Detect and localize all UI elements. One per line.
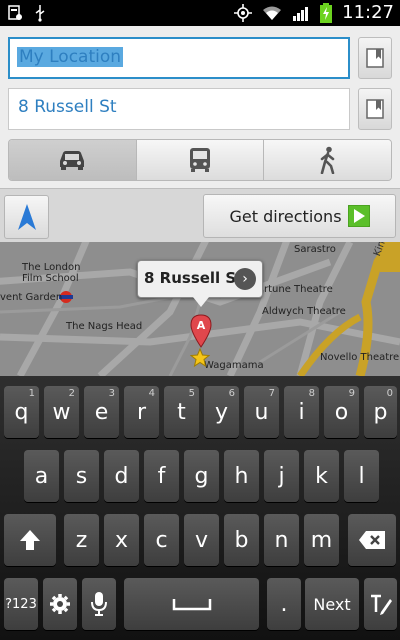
status-bar: 11:27: [0, 0, 400, 26]
bookmark-icon: [366, 48, 384, 68]
map-label-wagamama: Wagamama: [204, 360, 264, 371]
space-key[interactable]: [124, 578, 259, 630]
destination-value: 8 Russell St: [18, 97, 117, 117]
maps-directions-screen: 11:27 My Location 8 Russell St Get direc…: [0, 0, 400, 640]
shift-arrow-icon: [20, 530, 40, 550]
key-j[interactable]: j: [264, 450, 299, 502]
period-key[interactable]: .: [267, 578, 301, 630]
usb-icon: [35, 5, 45, 22]
map-label-covent-garden: vent Garden: [0, 292, 63, 303]
key-p[interactable]: p0: [364, 386, 397, 438]
key-e[interactable]: e3: [84, 386, 119, 438]
start-location-field[interactable]: My Location: [8, 37, 350, 79]
gear-icon: [50, 594, 70, 614]
key-u[interactable]: u7: [244, 386, 279, 438]
next-key[interactable]: Next: [305, 578, 359, 630]
key-k[interactable]: k: [304, 450, 339, 502]
soft-keyboard: q1 w2 e3 r4 t5 y6 u7 i8 o9 p0 a s d f g …: [0, 376, 400, 640]
key-v[interactable]: v: [184, 514, 219, 566]
key-q[interactable]: q1: [4, 386, 39, 438]
key-a[interactable]: a: [24, 450, 59, 502]
car-icon: [60, 151, 85, 170]
chevron-right-icon[interactable]: ›: [234, 268, 256, 290]
map-label-fortune-theatre: rtune Theatre: [264, 284, 333, 295]
directions-action-bar: Get directions: [0, 188, 400, 242]
mode-transit-button[interactable]: [136, 140, 265, 180]
destination-marker-icon[interactable]: A: [189, 314, 213, 348]
get-directions-label: Get directions: [229, 206, 342, 226]
space-bar-icon: [172, 599, 211, 611]
battery-charging-icon: [320, 2, 333, 23]
debug-icon: [8, 5, 22, 20]
signal-icon: [293, 6, 309, 21]
map-label-novello-theatre: Novello Theatre: [320, 352, 400, 363]
clock: 11:27: [342, 2, 394, 23]
key-y[interactable]: y6: [204, 386, 239, 438]
text-pen-icon: [370, 594, 392, 615]
key-w[interactable]: w2: [44, 386, 79, 438]
directions-panel: My Location 8 Russell St: [0, 26, 400, 188]
handwriting-key[interactable]: [364, 578, 397, 630]
key-i[interactable]: i8: [284, 386, 319, 438]
walk-icon: [320, 146, 334, 174]
start-bookmark-button[interactable]: [358, 37, 392, 79]
backspace-key[interactable]: [348, 514, 396, 566]
symbols-key[interactable]: ?123: [4, 578, 38, 630]
bus-icon: [190, 148, 210, 172]
key-z[interactable]: z: [64, 514, 99, 566]
go-arrow-icon: [347, 205, 370, 227]
destination-bookmark-button[interactable]: [358, 88, 392, 130]
shift-key[interactable]: [4, 514, 56, 566]
voice-input-key[interactable]: [82, 578, 116, 630]
my-location-button[interactable]: [4, 195, 49, 239]
key-x[interactable]: x: [104, 514, 139, 566]
current-location-star-icon: [190, 348, 210, 368]
settings-key[interactable]: [43, 578, 77, 630]
destination-callout[interactable]: 8 Russell St ›: [137, 260, 263, 307]
wifi-icon: [263, 6, 282, 20]
key-t[interactable]: t5: [164, 386, 199, 438]
navigation-arrow-icon: [17, 204, 36, 230]
key-n[interactable]: n: [264, 514, 299, 566]
key-s[interactable]: s: [64, 450, 99, 502]
mode-driving-button[interactable]: [9, 140, 137, 180]
map-label-london-film-school: The London Film School: [22, 262, 81, 284]
key-d[interactable]: d: [104, 450, 139, 502]
map-view[interactable]: The London Film School vent Garden The Na…: [0, 242, 400, 376]
backspace-icon: [359, 531, 385, 549]
bookmark-icon: [366, 99, 384, 119]
mode-walking-button[interactable]: [264, 140, 391, 180]
gps-icon: [234, 3, 253, 22]
start-location-value: My Location: [17, 47, 124, 67]
key-g[interactable]: g: [184, 450, 219, 502]
map-label-nags-head: The Nags Head: [66, 321, 143, 332]
map-label-aldwych-theatre: Aldwych Theatre: [262, 306, 346, 317]
key-c[interactable]: c: [144, 514, 179, 566]
marker-letter: A: [197, 319, 206, 332]
destination-field[interactable]: 8 Russell St: [8, 88, 350, 130]
key-f[interactable]: f: [144, 450, 179, 502]
key-m[interactable]: m: [304, 514, 339, 566]
map-label-sarastro: Sarastro: [294, 244, 336, 255]
microphone-icon: [91, 592, 107, 616]
get-directions-button[interactable]: Get directions: [203, 194, 396, 238]
key-h[interactable]: h: [224, 450, 259, 502]
travel-mode-selector: [8, 139, 392, 181]
key-l[interactable]: l: [344, 450, 379, 502]
key-b[interactable]: b: [224, 514, 259, 566]
callout-title: 8 Russell St: [144, 269, 244, 287]
key-o[interactable]: o9: [324, 386, 359, 438]
key-r[interactable]: r4: [124, 386, 159, 438]
callout-tail: [193, 297, 209, 307]
